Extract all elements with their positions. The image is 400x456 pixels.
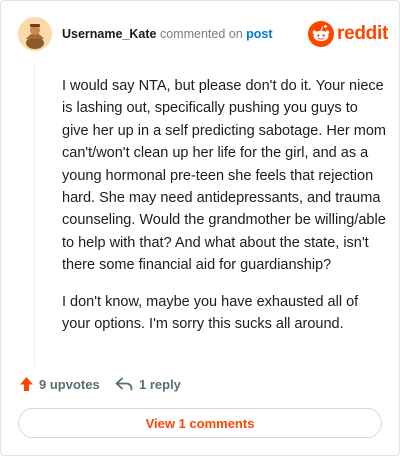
reddit-wordmark: reddit [337, 23, 388, 44]
commented-on-text: commented on [159, 27, 243, 41]
thread-line [34, 63, 35, 367]
reply-button[interactable]: 1 reply [115, 373, 181, 395]
comment-card: Username_Kate commented on post reddit I… [0, 0, 400, 456]
comment-body: I would say NTA, but please don't do it.… [62, 75, 387, 349]
comment-header: Username_Kate commented on post reddit [18, 17, 388, 51]
header-text: Username_Kate commented on post [62, 27, 273, 41]
reddit-snoo-icon [308, 21, 334, 47]
avatar-illustration-icon[interactable] [18, 17, 52, 51]
reddit-logo[interactable]: reddit [308, 21, 388, 47]
comment-actions: 9 upvotes 1 reply [19, 373, 379, 395]
username-link[interactable]: Username_Kate [62, 27, 157, 41]
reply-count: 1 reply [139, 376, 181, 392]
comment-paragraph: I would say NTA, but please don't do it.… [62, 78, 387, 274]
reply-arrow-icon [115, 377, 133, 391]
upvote-button[interactable]: 9 upvotes [19, 373, 100, 395]
view-comments-button[interactable]: View 1 comments [18, 408, 382, 438]
comment-paragraph: I don't know, maybe you have exhausted a… [62, 293, 359, 333]
upvotes-count: 9 upvotes [39, 376, 100, 392]
post-link[interactable]: post [246, 27, 272, 41]
upvote-arrow-icon [20, 377, 33, 391]
